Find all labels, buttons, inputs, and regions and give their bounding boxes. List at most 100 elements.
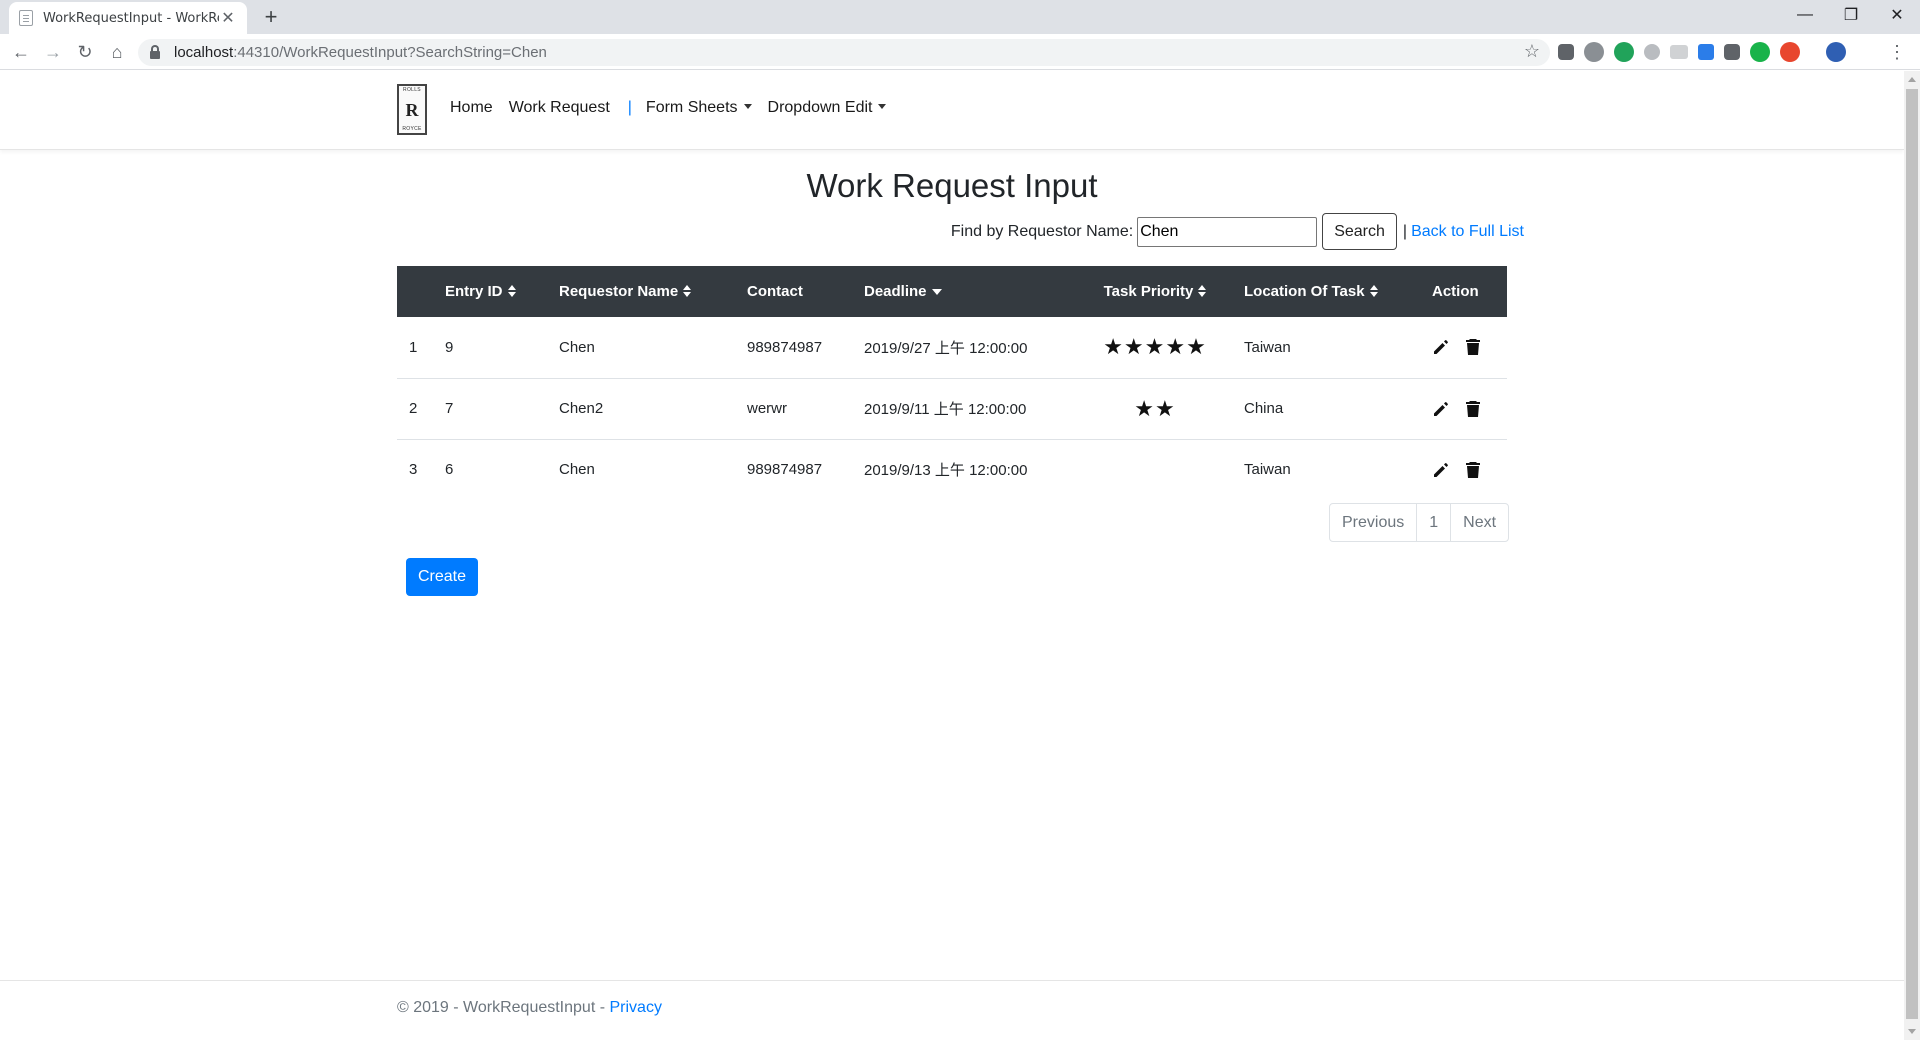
extensions-area <box>1558 42 1846 62</box>
nav-home[interactable]: Home <box>450 99 493 117</box>
delete-trash-icon[interactable] <box>1464 461 1482 479</box>
cell-contact: 989874987 <box>747 338 823 356</box>
browser-toolbar: ← → ↻ ⌂ localhost:44310/WorkRequestInput… <box>0 34 1920 70</box>
table-header-row: Entry ID Requestor Name Contact Deadline… <box>397 266 1507 317</box>
reload-icon[interactable]: ↻ <box>72 39 98 65</box>
table-row: 1 9 Chen 989874987 2019/9/27 上午 12:00:00… <box>397 317 1507 378</box>
nav-work-request[interactable]: Work Request <box>509 99 610 117</box>
cell-actions <box>1420 317 1507 378</box>
extension-icon[interactable] <box>1614 42 1634 62</box>
header-deadline[interactable]: Deadline <box>852 266 1078 317</box>
bookmark-star-icon[interactable]: ☆ <box>1524 41 1540 62</box>
cell-deadline: 2019/9/11 上午 12:00:00 <box>864 401 1027 418</box>
footer-text: © 2019 - WorkRequestInput - Privacy <box>397 999 662 1017</box>
cell-priority-stars: ★★★★★ <box>1103 334 1207 360</box>
back-icon[interactable]: ← <box>8 39 34 65</box>
window-controls: — ❐ ✕ <box>1782 0 1920 30</box>
cell-priority-stars: ★★ <box>1134 395 1176 421</box>
sort-icon <box>683 285 692 297</box>
profile-avatar[interactable] <box>1826 42 1846 62</box>
back-to-full-list-link[interactable]: Back to Full List <box>1411 223 1524 241</box>
header-location-label: Location Of Task <box>1244 283 1365 300</box>
edit-pencil-icon[interactable] <box>1432 400 1450 418</box>
cell-contact: werwr <box>747 400 787 417</box>
brand-logo[interactable]: ROLLS R ROYCE <box>397 84 427 135</box>
edit-pencil-icon[interactable] <box>1432 338 1450 356</box>
browser-menu-icon[interactable]: ⋮ <box>1888 40 1906 64</box>
create-button[interactable]: Create <box>406 558 479 596</box>
brand-logo-bottom-text: ROYCE <box>402 126 422 132</box>
search-separator: | <box>1402 222 1408 240</box>
cell-entry-id: 9 <box>445 338 454 356</box>
search-form: Find by Requestor Name: Search | Back to… <box>951 213 1524 250</box>
address-bar[interactable]: localhost:44310/WorkRequestInput?SearchS… <box>138 39 1550 66</box>
header-requestor-name[interactable]: Requestor Name <box>547 266 735 317</box>
cell-entry-id: 7 <box>445 400 454 417</box>
extension-icon[interactable] <box>1584 42 1604 62</box>
site-navbar: ROLLS R ROYCE Home Work Request | Form S… <box>0 71 1904 150</box>
url-path: :44310/WorkRequestInput?SearchString=Che… <box>233 44 547 61</box>
sort-descending-icon <box>931 289 942 295</box>
lock-icon <box>150 44 160 59</box>
nav-form-sheets-dropdown[interactable]: Form Sheets <box>646 99 752 117</box>
header-location[interactable]: Location Of Task <box>1232 266 1420 317</box>
extension-icon[interactable] <box>1724 44 1740 60</box>
sort-icon <box>1198 285 1207 297</box>
header-task-priority[interactable]: Task Priority <box>1078 266 1232 317</box>
nav-dropdown-edit-dropdown[interactable]: Dropdown Edit <box>768 99 887 117</box>
cell-deadline: 2019/9/13 上午 12:00:00 <box>864 462 1028 480</box>
header-requestor-label: Requestor Name <box>559 283 679 300</box>
browser-tab-bar: WorkRequestInput - WorkRequ ✕ + — ❐ ✕ <box>0 0 1920 34</box>
header-action: Action <box>1420 266 1507 317</box>
pagination-next[interactable]: Next <box>1451 504 1508 541</box>
pagination: Previous 1 Next <box>1329 503 1510 542</box>
header-deadline-label: Deadline <box>864 283 927 300</box>
home-icon[interactable]: ⌂ <box>104 39 130 65</box>
close-window-icon[interactable]: ✕ <box>1874 0 1920 30</box>
nav-separator: | <box>627 99 632 116</box>
page-footer: © 2019 - WorkRequestInput - Privacy <box>0 980 1904 1040</box>
minimize-icon[interactable]: — <box>1782 0 1828 30</box>
scroll-down-arrow-icon[interactable] <box>1908 1029 1916 1034</box>
cell-requestor: Chen2 <box>559 400 604 417</box>
pagination-previous[interactable]: Previous <box>1330 504 1418 541</box>
table-row: 3 6 Chen 989874987 2019/9/13 上午 12:00:00… <box>397 439 1507 500</box>
row-index: 3 <box>409 461 418 479</box>
tab-title: WorkRequestInput - WorkRequ <box>43 10 219 26</box>
scrollbar-thumb[interactable] <box>1906 89 1918 1019</box>
page-title: Work Request Input <box>806 167 1098 204</box>
header-index <box>397 266 433 317</box>
forward-icon[interactable]: → <box>40 39 66 65</box>
row-index: 1 <box>409 338 418 356</box>
extension-icon[interactable] <box>1750 42 1770 62</box>
search-button[interactable]: Search <box>1322 213 1397 250</box>
cell-requestor: Chen <box>559 461 595 479</box>
extension-icon[interactable] <box>1558 44 1574 60</box>
pagination-page-1[interactable]: 1 <box>1417 504 1452 541</box>
header-entry-id[interactable]: Entry ID <box>433 266 547 317</box>
search-input[interactable] <box>1137 216 1318 247</box>
page-scrollbar[interactable] <box>1904 71 1920 1040</box>
nav-dropdown-edit-label: Dropdown Edit <box>767 99 873 116</box>
search-label: Find by Requestor Name: <box>950 222 1134 240</box>
edit-pencil-icon[interactable] <box>1432 461 1450 479</box>
extension-icon[interactable] <box>1780 42 1800 62</box>
brand-logo-top-text: ROLLS <box>403 87 421 93</box>
privacy-link[interactable]: Privacy <box>609 999 661 1016</box>
new-tab-icon[interactable]: + <box>257 4 285 32</box>
cell-actions <box>1420 439 1507 500</box>
tab-close-icon[interactable]: ✕ <box>219 8 237 28</box>
restore-icon[interactable]: ❐ <box>1828 0 1874 30</box>
scroll-up-arrow-icon[interactable] <box>1908 77 1916 82</box>
delete-trash-icon[interactable] <box>1464 400 1482 418</box>
header-entry-id-label: Entry ID <box>445 283 503 300</box>
header-action-label: Action <box>1432 283 1479 300</box>
page-viewport: ROLLS R ROYCE Home Work Request | Form S… <box>0 71 1904 1040</box>
extension-icon[interactable] <box>1644 44 1660 60</box>
browser-tab[interactable]: WorkRequestInput - WorkRequ ✕ <box>9 2 247 34</box>
footer-copyright: © 2019 - WorkRequestInput - <box>397 999 610 1016</box>
extension-icon[interactable] <box>1698 44 1714 60</box>
sort-icon <box>1369 285 1378 297</box>
delete-trash-icon[interactable] <box>1464 338 1482 356</box>
extension-icon[interactable] <box>1670 45 1688 59</box>
